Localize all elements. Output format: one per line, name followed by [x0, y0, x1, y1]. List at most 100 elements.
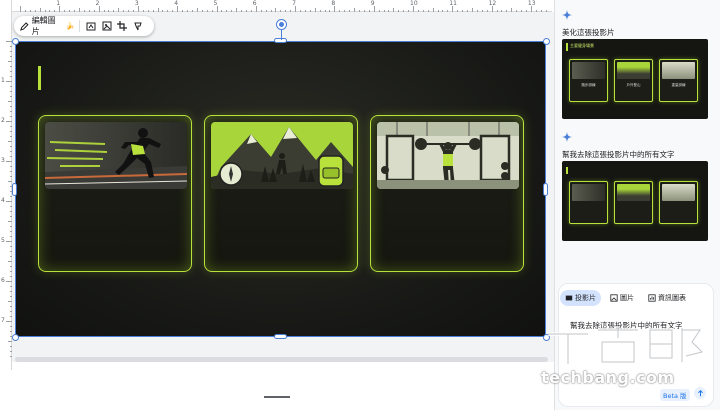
ruler-tick — [59, 6, 61, 12]
ruler-tick — [226, 10, 228, 12]
ruler-tick — [10, 126, 12, 127]
ruler-tick — [118, 8, 120, 12]
ruler-tick — [177, 6, 179, 12]
image-icon — [610, 294, 618, 302]
resize-handle-top-left[interactable] — [12, 38, 19, 45]
resize-handle-bottom-left[interactable] — [12, 334, 19, 341]
ruler-tick — [8, 141, 12, 142]
ruler-tick — [10, 271, 12, 272]
ruler-tick — [211, 10, 213, 12]
slides-icon — [565, 295, 573, 301]
ruler-tick — [8, 61, 12, 62]
ruler-tick — [196, 8, 198, 12]
mountain-hiker-image — [211, 122, 353, 189]
prompt-input[interactable]: 幫我去除這張投影片中的所有文字 — [570, 320, 683, 331]
ruler-tick — [329, 10, 331, 12]
ruler-tick — [10, 351, 12, 352]
ruler-tick — [10, 46, 12, 47]
vertical-ruler[interactable]: 1 2 3 4 5 6 7 — [0, 0, 12, 370]
resize-handle-bottom[interactable] — [274, 334, 287, 339]
ruler-tick — [471, 8, 473, 12]
ruler-tick — [265, 10, 267, 12]
ruler-tick — [525, 10, 527, 12]
ruler-tick — [10, 136, 12, 137]
suggestion-beautify-title[interactable]: 美化這張投影片 — [562, 27, 615, 38]
ruler-tick — [8, 181, 12, 182]
beta-badge: Beta 版 — [660, 389, 690, 401]
ruler-tick — [10, 286, 12, 287]
ruler-tick — [108, 10, 110, 12]
suggestion-remove-text-thumbnail[interactable] — [562, 161, 708, 241]
suggestion-remove-text-title[interactable]: 幫我去除這張投影片中的所有文字 — [562, 149, 675, 160]
ruler-tick — [349, 10, 351, 12]
edit-image-button[interactable]: 編輯圖片 🍌 — [20, 15, 74, 37]
ruler-tick — [319, 10, 321, 12]
suggestion-beautify-thumbnail[interactable]: 主要健身場景 跑步訓練 戶外登山 重量訓練 — [562, 39, 708, 119]
ruler-tick — [10, 266, 12, 267]
ruler-tick — [10, 76, 12, 77]
ruler-tick — [10, 156, 12, 157]
ruler-tick — [10, 236, 12, 237]
ruler-tick — [10, 216, 12, 217]
ruler-tick — [10, 206, 12, 207]
ruler-tick — [187, 10, 189, 12]
ruler-tick — [132, 10, 134, 12]
ruler-tick — [10, 246, 12, 247]
runner-image — [45, 122, 187, 189]
ruler-tick — [10, 131, 12, 132]
ruler-tick — [191, 10, 193, 12]
ruler-tick — [324, 10, 326, 12]
horizontal-ruler[interactable]: 1 2 3 4 5 6 7 8 9 10 11 12 13 — [0, 0, 552, 12]
ruler-tick — [34, 10, 36, 12]
send-button[interactable] — [694, 387, 706, 399]
ruler-tick — [10, 296, 12, 297]
ruler-tick — [427, 10, 429, 12]
ruler-tick — [457, 10, 459, 12]
ruler-tick — [8, 261, 12, 262]
ruler-tick — [530, 6, 532, 12]
card-hiking — [204, 115, 358, 272]
ruler-tick — [476, 10, 478, 12]
reset-image-icon[interactable] — [85, 20, 97, 32]
ruler-tick — [10, 96, 12, 97]
ruler-tick — [383, 10, 385, 12]
ruler-tick — [535, 10, 537, 12]
ruler-tick — [69, 10, 71, 12]
ruler-tick — [506, 10, 508, 12]
ruler-tick — [10, 276, 12, 277]
mask-icon[interactable] — [132, 20, 144, 32]
tab-slides[interactable]: 投影片 — [560, 290, 601, 306]
resize-handle-right[interactable] — [543, 183, 548, 196]
ruler-label: 3 — [1, 157, 5, 164]
ruler-tick — [245, 10, 247, 12]
resize-handle-left[interactable] — [12, 183, 17, 196]
ruler-tick — [540, 10, 542, 12]
ruler-tick — [363, 10, 365, 12]
ruler-label: 4 — [1, 197, 5, 204]
ruler-tick — [6, 321, 12, 322]
ruler-tick — [388, 10, 390, 12]
crop-icon[interactable] — [117, 20, 129, 32]
tab-image[interactable]: 圖片 — [605, 290, 639, 306]
ruler-tick — [260, 10, 262, 12]
resize-handle-top-right[interactable] — [543, 38, 550, 45]
ruler-tick — [393, 8, 395, 12]
tab-infographic[interactable]: 資訊圖表 — [643, 290, 691, 306]
ruler-tick — [280, 10, 282, 12]
ruler-tick — [221, 10, 223, 12]
resize-handle-bottom-right[interactable] — [543, 334, 550, 341]
edit-image-label: 編輯圖片 — [31, 16, 56, 36]
rotate-handle[interactable] — [277, 20, 286, 29]
ruler-tick — [29, 10, 31, 12]
replace-image-icon[interactable] — [101, 20, 113, 32]
ruler-tick — [113, 10, 115, 12]
ruler-tick — [339, 10, 341, 12]
ruler-label: 6 — [1, 277, 5, 284]
horizontal-scrollbar[interactable] — [15, 357, 548, 362]
ruler-tick — [137, 6, 139, 12]
ruler-tick — [10, 196, 12, 197]
ruler-label: 7 — [1, 317, 5, 324]
ruler-tick — [10, 256, 12, 257]
gym-image — [377, 122, 519, 189]
speaker-notes-handle[interactable] — [264, 396, 290, 398]
